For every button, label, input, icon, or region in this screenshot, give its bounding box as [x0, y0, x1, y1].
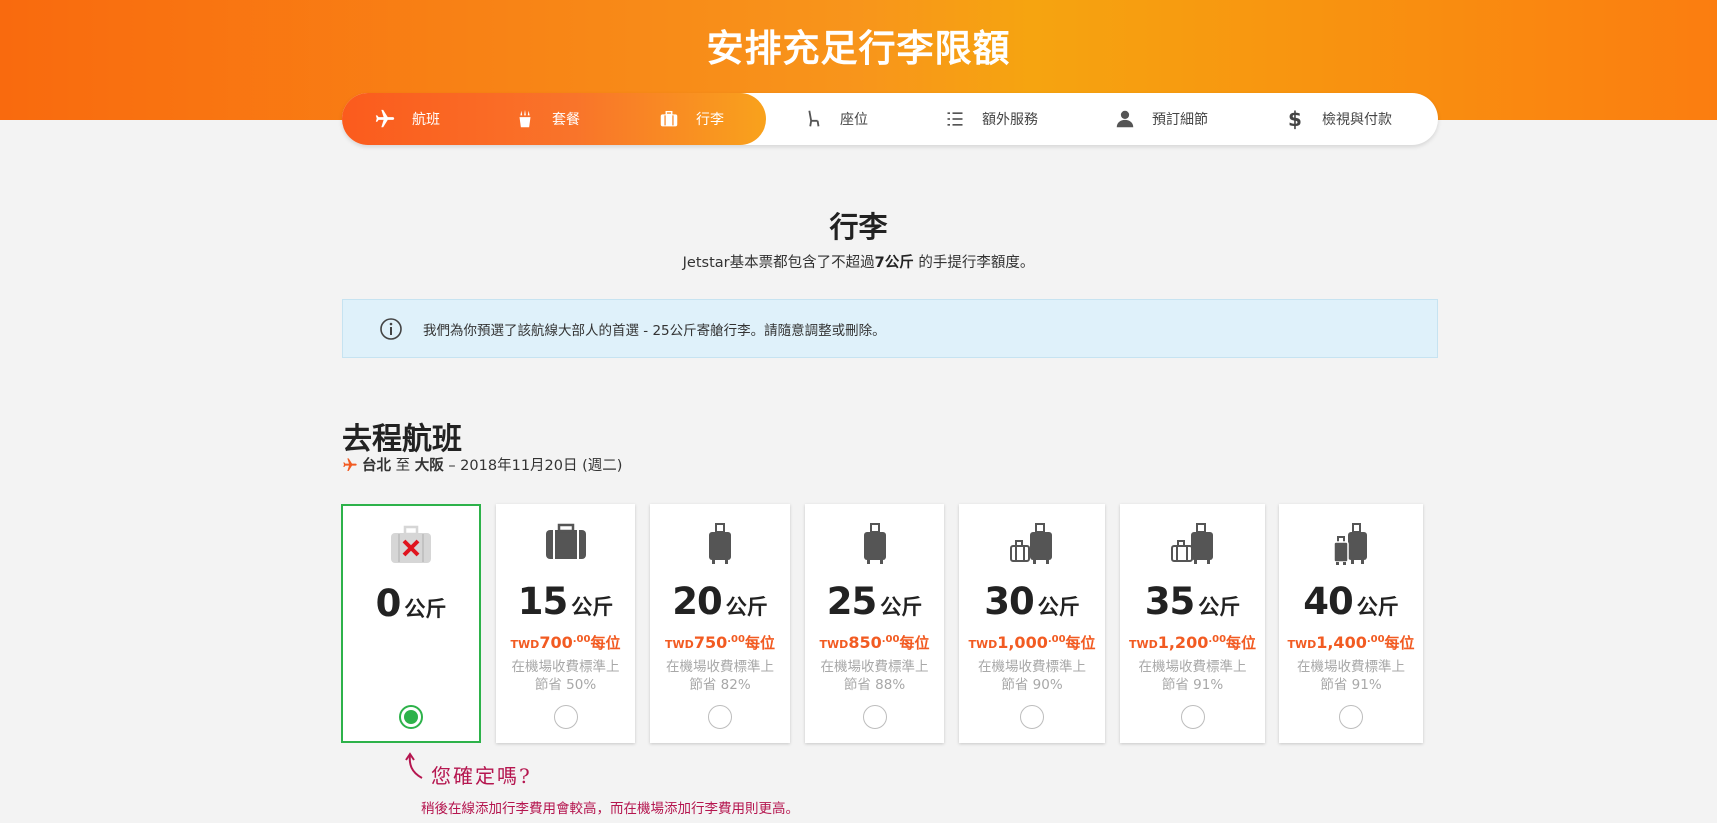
weight-value: 40: [1303, 580, 1353, 623]
step-label: 行李: [696, 112, 724, 128]
two-suitcases-icon: [1279, 523, 1423, 565]
two-suitcases-icon: [959, 523, 1105, 565]
plane-icon: [343, 457, 357, 471]
savings-text: 在機場收費標準上 節省 91%: [1138, 659, 1247, 693]
baggage-option-25kg[interactable]: 25 公斤 TWD850.00每位 在機場收費標準上 節省 88%: [805, 504, 944, 743]
step-meal[interactable]: 套餐: [512, 93, 580, 145]
weight-value: 20: [672, 580, 722, 623]
price: TWD850.00每位: [819, 633, 930, 652]
weight-value: 0: [375, 582, 402, 625]
two-suitcases-icon: [1120, 523, 1265, 565]
confirm-warning: 您確定嗎?: [405, 752, 532, 789]
price: TWD700.00每位: [510, 633, 621, 652]
list-icon: [942, 106, 968, 132]
step-booking-details[interactable]: 預訂細節: [1112, 93, 1208, 145]
confirm-text: 您確定嗎?: [431, 764, 532, 788]
price: TWD1,400.00每位: [1287, 633, 1415, 652]
baggage-option-15kg[interactable]: 15 公斤 TWD700.00每位 在機場收費標準上 節省 50%: [496, 504, 635, 743]
info-icon: [380, 317, 402, 340]
option-radio[interactable]: [1339, 705, 1363, 729]
weight-value: 15: [517, 580, 568, 623]
duffel-bag-icon: [496, 523, 635, 565]
option-radio[interactable]: [1180, 705, 1205, 729]
step-label: 額外服務: [982, 112, 1038, 128]
step-label: 預訂細節: [1152, 112, 1208, 128]
origin: 台北: [362, 458, 391, 474]
step-label: 座位: [840, 112, 868, 128]
section-subtitle: Jetstar基本票都包含了不超過7公斤 的手提行李額度。: [682, 255, 1035, 271]
savings-text: 在機場收費標準上 節省 82%: [666, 659, 774, 693]
page-title: 安排充足行李限額: [706, 27, 1011, 70]
booking-steps-nav: 航班 套餐 行李 座位 額外服務 預訂細節 $ 檢視與付款: [342, 93, 1438, 145]
price: TWD750.00每位: [665, 633, 775, 652]
baggage-option-0kg[interactable]: 0 公斤: [341, 504, 481, 743]
savings-text: 在機場收費標準上 節省 88%: [820, 659, 929, 693]
step-label: 航班: [412, 112, 440, 128]
weight-value: 30: [984, 580, 1034, 623]
destination: 大阪: [414, 458, 444, 474]
step-flight[interactable]: 航班: [372, 93, 440, 145]
option-radio[interactable]: [708, 705, 732, 729]
flight-route: 台北 至 大阪 – 2018年11月20日 (週二): [342, 454, 622, 475]
plane-icon: [372, 106, 398, 132]
option-radio[interactable]: [399, 705, 423, 729]
seat-icon: [800, 106, 826, 132]
section-title: 行李: [829, 210, 888, 244]
savings-text: 在機場收費標準上 節省 91%: [1297, 659, 1405, 693]
warning-note: 稍後在線添加行李費用會較高，而在機場添加行李費用則更高。: [421, 801, 799, 817]
step-baggage[interactable]: 行李: [656, 93, 724, 145]
step-review-payment[interactable]: $ 檢視與付款: [1282, 93, 1392, 145]
suitcase-icon: [805, 523, 944, 565]
weight-value: 25: [826, 580, 877, 623]
meal-icon: [512, 106, 538, 132]
weight-value: 35: [1144, 580, 1195, 623]
no-baggage-icon: [343, 525, 479, 567]
baggage-option-20kg[interactable]: 20 公斤 TWD750.00每位 在機場收費標準上 節省 82%: [650, 504, 790, 743]
baggage-option-30kg[interactable]: 30 公斤 TWD1,000.00每位 在機場收費標準上 節省 90%: [959, 504, 1105, 743]
step-extras[interactable]: 額外服務: [942, 93, 1038, 145]
price: TWD1,000.00每位: [968, 633, 1096, 652]
step-seat[interactable]: 座位: [800, 93, 868, 145]
option-radio[interactable]: [862, 705, 887, 729]
savings-text: 在機場收費標準上 節省 90%: [978, 659, 1086, 693]
info-text: 我們為你預選了該航線大部人的首選 - 25公斤寄艙行李。請隨意調整或刪除。: [423, 322, 886, 339]
option-radio[interactable]: [1020, 705, 1044, 729]
step-label: 檢視與付款: [1322, 112, 1392, 128]
dollar-icon: $: [1288, 107, 1302, 131]
suitcase-icon: [650, 523, 790, 565]
baggage-option-35kg[interactable]: 35 公斤 TWD1,200.00每位 在機場收費標準上 節省 91%: [1120, 504, 1265, 743]
suitcase-icon: [656, 106, 682, 132]
price: TWD1,200.00每位: [1128, 633, 1257, 652]
option-radio[interactable]: [553, 705, 578, 729]
info-banner: 我們為你預選了該航線大部人的首選 - 25公斤寄艙行李。請隨意調整或刪除。: [342, 299, 1438, 358]
baggage-option-40kg[interactable]: 40 公斤 TWD1,400.00每位 在機場收費標準上 節省 91%: [1279, 504, 1423, 743]
flight-title: 去程航班: [342, 422, 462, 457]
flight-date: – 2018年11月20日 (週二): [448, 458, 623, 474]
step-label: 套餐: [552, 112, 580, 128]
curved-arrow-icon: [405, 752, 423, 779]
person-icon: [1112, 106, 1138, 132]
savings-text: 在機場收費標準上 節省 50%: [511, 659, 620, 693]
